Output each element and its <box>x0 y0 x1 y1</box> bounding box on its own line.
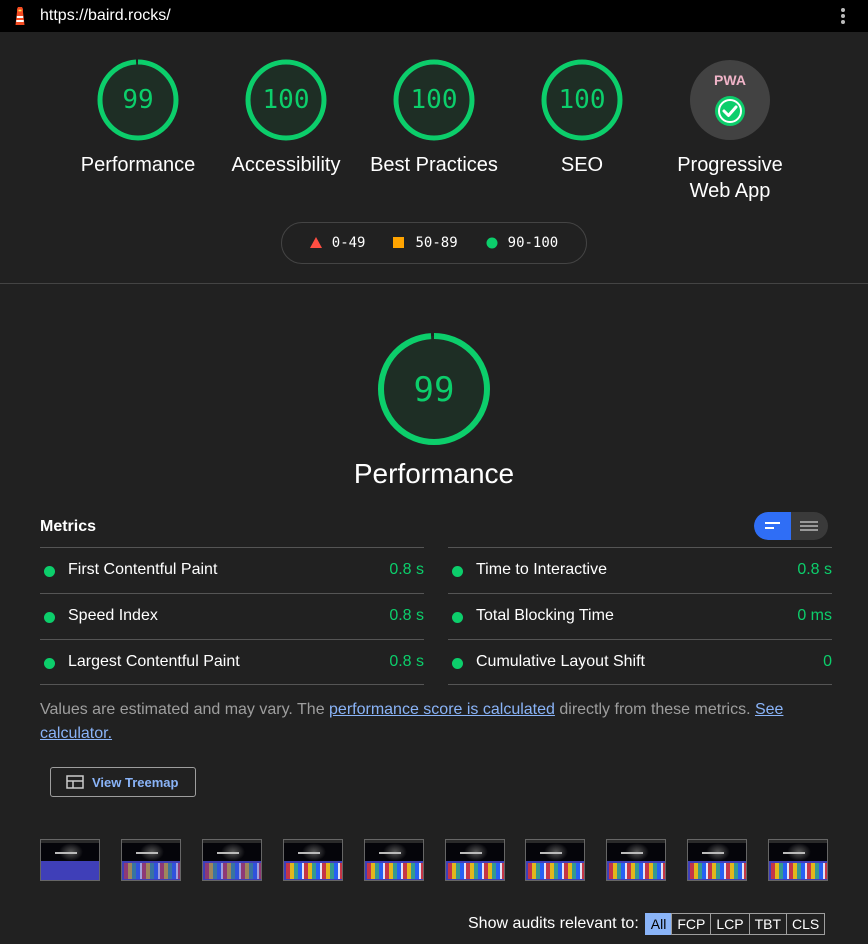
pwa-label-line1: Progressive <box>677 154 783 176</box>
filmstrip-frame <box>768 839 828 881</box>
circle-icon <box>486 237 498 249</box>
metric-row: Largest Contentful Paint 0.8 s <box>40 639 424 685</box>
filter-chip-cls[interactable]: CLS <box>786 913 826 935</box>
summary-view-icon <box>765 522 780 529</box>
filmstrip-frame <box>283 839 343 881</box>
metrics-header: Metrics <box>40 518 97 535</box>
metric-value: 0.8 s <box>389 561 424 578</box>
legend-range: 50-89 <box>415 235 458 251</box>
filmstrip-frame <box>40 839 100 881</box>
filmstrip-frame <box>606 839 666 881</box>
audit-filter-chips: All FCP LCP TBT CLS <box>644 913 826 935</box>
pass-dot-icon <box>452 658 463 669</box>
metrics-view-toggle[interactable] <box>754 512 828 540</box>
audit-filter-label: Show audits relevant to: <box>468 915 639 932</box>
filter-chip-all[interactable]: All <box>644 913 673 935</box>
filmstrip-frame <box>445 839 505 881</box>
note-text: directly from these metrics. <box>554 701 755 718</box>
metric-name: Speed Index <box>68 607 158 624</box>
metric-row: Total Blocking Time 0 ms <box>448 593 832 639</box>
gauge-label: Best Practices <box>370 154 498 176</box>
metric-value: 0.8 s <box>797 561 832 578</box>
metric-name: First Contentful Paint <box>68 561 218 578</box>
metric-value: 0 <box>823 653 832 670</box>
lighthouse-icon <box>15 7 25 25</box>
gauge-label: Progressive Web App <box>655 152 805 204</box>
treemap-icon <box>66 775 84 789</box>
legend-range: 0-49 <box>331 235 366 251</box>
page-url: https://baird.rocks/ <box>40 7 171 24</box>
performance-main-gauge: 99 <box>376 331 492 452</box>
metric-name: Time to Interactive <box>476 561 608 578</box>
gauge-pwa[interactable]: PWA Progressive Web App <box>655 58 805 204</box>
gauge-label: SEO <box>560 154 604 176</box>
gauge-performance[interactable]: 99 Performance <box>63 58 213 178</box>
filmstrip-frame <box>202 839 262 881</box>
filter-chip-tbt[interactable]: TBT <box>748 913 788 935</box>
legend-pass: 90-100 <box>486 235 559 251</box>
metric-value: 0.8 s <box>389 607 424 624</box>
metric-name: Largest Contentful Paint <box>68 653 240 670</box>
metrics-right-column: Time to Interactive 0.8 s Total Blocking… <box>448 547 832 685</box>
score-calculated-link[interactable]: performance score is calculated <box>329 701 555 718</box>
filter-chip-fcp[interactable]: FCP <box>671 913 712 935</box>
pass-dot-icon <box>44 566 55 577</box>
gauge-score: 99 <box>122 85 153 115</box>
pwa-badge-text: PWA <box>714 72 746 88</box>
note-text: Values are estimated and may vary. The <box>40 701 330 718</box>
legend-fail: 0-49 <box>309 235 366 251</box>
metric-row: Speed Index 0.8 s <box>40 593 424 639</box>
score-legend: 0-49 50-89 90-100 <box>281 222 587 264</box>
audit-filter: Show audits relevant to: All FCP LCP TBT… <box>468 912 826 936</box>
filmstrip <box>40 839 830 881</box>
performance-title: Performance <box>353 458 515 489</box>
filmstrip-frame <box>121 839 181 881</box>
pass-dot-icon <box>44 612 55 623</box>
gauge-score: 100 <box>263 85 310 115</box>
gauge-ring: 100 <box>245 59 327 141</box>
pass-dot-icon <box>44 658 55 669</box>
gauge-label: Performance <box>80 154 196 176</box>
metric-value: 0.8 s <box>389 653 424 670</box>
gauge-ring: 99 <box>378 333 490 445</box>
metric-row: Time to Interactive 0.8 s <box>448 547 832 593</box>
kebab-menu-icon[interactable] <box>836 4 850 28</box>
view-treemap-button[interactable]: View Treemap <box>50 767 196 797</box>
filmstrip-frame <box>687 839 747 881</box>
gauge-best-practices[interactable]: 100 Best Practices <box>359 58 509 178</box>
summary-view-button[interactable] <box>754 512 791 540</box>
pwa-badge: PWA <box>690 60 770 140</box>
gauge-score: 100 <box>411 85 458 115</box>
pwa-label-line2: Web App <box>689 180 771 202</box>
triangle-icon <box>309 237 322 248</box>
gauge-accessibility[interactable]: 100 Accessibility <box>211 58 361 178</box>
gauge-score: 100 <box>559 85 606 115</box>
gauge-label: Accessibility <box>231 154 341 176</box>
metric-value: 0 ms <box>797 607 832 624</box>
gauge-ring: 100 <box>541 59 623 141</box>
gauge-ring: 99 <box>97 59 179 141</box>
metric-row: First Contentful Paint 0.8 s <box>40 547 424 593</box>
legend-range: 90-100 <box>507 235 559 251</box>
metrics-note: Values are estimated and may vary. The p… <box>40 698 830 746</box>
pass-dot-icon <box>452 566 463 577</box>
category-gauges: 99 Performance 100 Accessibility 100 Bes… <box>0 32 868 284</box>
check-icon <box>715 96 745 126</box>
metric-name: Total Blocking Time <box>476 607 614 624</box>
gauge-seo[interactable]: 100 SEO <box>507 58 657 178</box>
square-icon <box>393 237 405 248</box>
filmstrip-frame <box>364 839 424 881</box>
legend-average: 50-89 <box>393 235 458 251</box>
detail-view-icon[interactable] <box>791 512 828 540</box>
metric-name: Cumulative Layout Shift <box>476 653 645 670</box>
gauge-ring: 100 <box>393 59 475 141</box>
metric-row: Cumulative Layout Shift 0 <box>448 639 832 685</box>
view-treemap-label: View Treemap <box>92 774 179 790</box>
performance-score: 99 <box>414 370 455 410</box>
metrics-left-column: First Contentful Paint 0.8 s Speed Index… <box>40 547 424 685</box>
filmstrip-frame <box>525 839 585 881</box>
filter-chip-lcp[interactable]: LCP <box>710 913 750 935</box>
pass-dot-icon <box>452 612 463 623</box>
browser-topbar: https://baird.rocks/ <box>0 0 868 32</box>
